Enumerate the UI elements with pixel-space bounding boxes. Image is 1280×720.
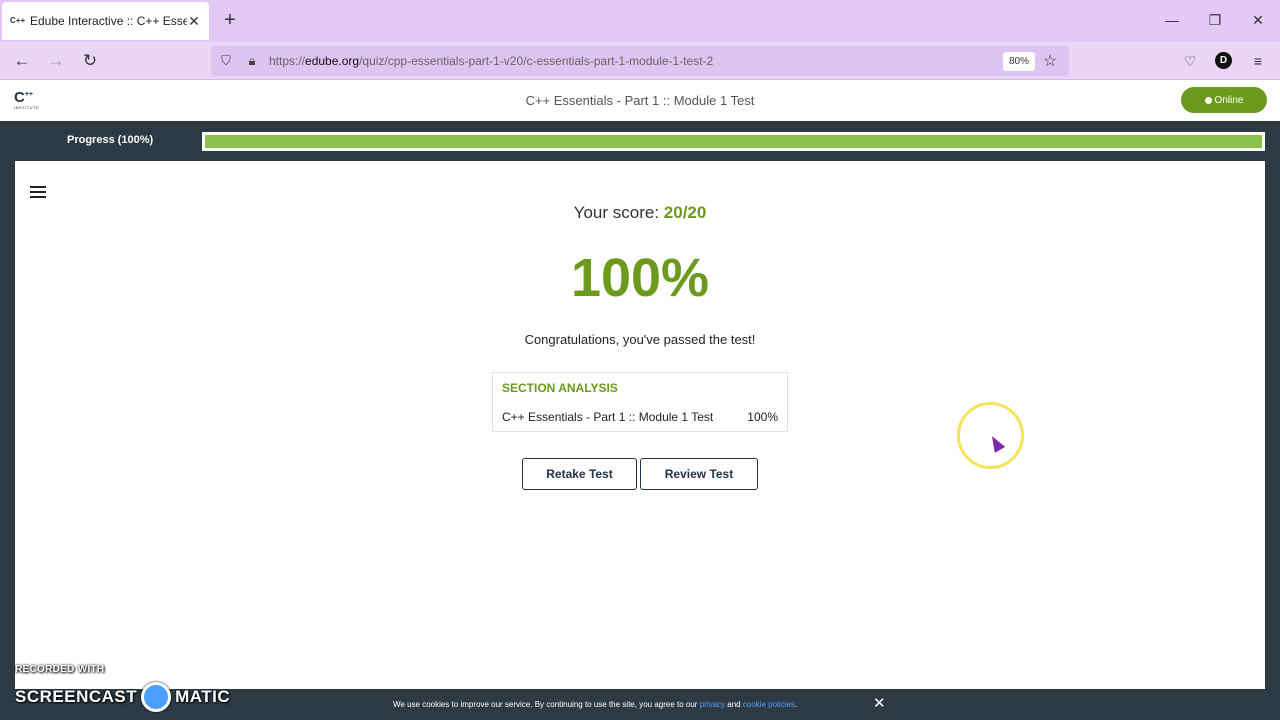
progress-label: Progress (100%) (67, 134, 154, 146)
pocket-icon[interactable]: ♡ (1180, 51, 1200, 71)
tab-title: Edube Interactive :: C++ Essenti (30, 14, 187, 28)
browser-tab-bar: C++ Edube Interactive :: C++ Essenti ✕ +… (0, 0, 1280, 42)
section-analysis-title: SECTION ANALYSIS (502, 381, 618, 395)
section-percent: 100% (747, 410, 778, 424)
section-name: C++ Essentials - Part 1 :: Module 1 Test (502, 410, 714, 424)
site-favicon-icon: C++ (10, 16, 26, 25)
shield-icon[interactable]: ⛉ (217, 52, 235, 70)
url-text[interactable]: https://edube.org/quiz/cpp-essentials-pa… (269, 54, 713, 68)
score-line: Your score: 20/20 (573, 203, 707, 222)
tab-close-icon[interactable]: ✕ (187, 13, 201, 30)
cookie-policies-link[interactable]: cookie policies (743, 700, 795, 709)
progress-bar-fill (203, 133, 1264, 150)
lock-icon[interactable]: 🔒︎ (243, 52, 261, 70)
page-title: C++ Essentials - Part 1 :: Module 1 Test (525, 93, 755, 108)
section-analysis-box: SECTION ANALYSIS C++ Essentials - Part 1… (492, 372, 788, 432)
cookie-close-icon[interactable]: ✕ (873, 694, 886, 712)
site-header: C++ INSTITUTE C++ Essentials - Part 1 ::… (0, 80, 1280, 121)
zoom-level[interactable]: 80% (1003, 52, 1035, 71)
new-tab-icon[interactable]: + (220, 9, 240, 31)
quiz-result-panel: Your score: 20/20 100% Congratulations, … (15, 161, 1265, 689)
browser-tab[interactable]: C++ Edube Interactive :: C++ Essenti ✕ (2, 2, 209, 40)
progress-section: Progress (100%) (0, 121, 1280, 161)
privacy-link[interactable]: privacy (700, 700, 725, 709)
reload-icon[interactable]: ↻ (79, 50, 101, 72)
status-dot-icon (1204, 96, 1212, 104)
congratulations-message: Congratulations, you've passed the test! (524, 332, 756, 347)
minimize-icon[interactable]: — (1162, 10, 1182, 30)
forward-icon[interactable]: → (45, 50, 67, 72)
cookie-notice: We use cookies to improve our service. B… (393, 700, 798, 709)
score-value: 20/20 (663, 203, 707, 222)
profile-avatar[interactable]: D (1215, 52, 1232, 69)
score-percent: 100% (570, 248, 710, 308)
menu-icon[interactable]: ≡ (1248, 51, 1268, 71)
window-close-icon[interactable]: ✕ (1248, 10, 1268, 30)
review-test-button[interactable]: Review Test (640, 458, 758, 490)
browser-navbar: ← → ↻ ⛉ 🔒︎ https://edube.org/quiz/cpp-es… (0, 42, 1280, 80)
url-bar[interactable]: ⛉ 🔒︎ https://edube.org/quiz/cpp-essentia… (211, 46, 1069, 76)
online-status-button[interactable]: Online (1181, 87, 1267, 113)
screencast-watermark: RECORDED WITH SCREENCAST MATIC (15, 664, 230, 712)
retake-test-button[interactable]: Retake Test (522, 458, 637, 490)
progress-bar (202, 132, 1265, 151)
screencast-logo-icon (141, 682, 172, 712)
back-icon[interactable]: ← (11, 50, 33, 72)
hamburger-menu-icon[interactable] (30, 186, 46, 199)
restore-icon[interactable]: ❐ (1205, 10, 1225, 30)
bookmark-star-icon[interactable]: ☆ (1043, 51, 1057, 71)
